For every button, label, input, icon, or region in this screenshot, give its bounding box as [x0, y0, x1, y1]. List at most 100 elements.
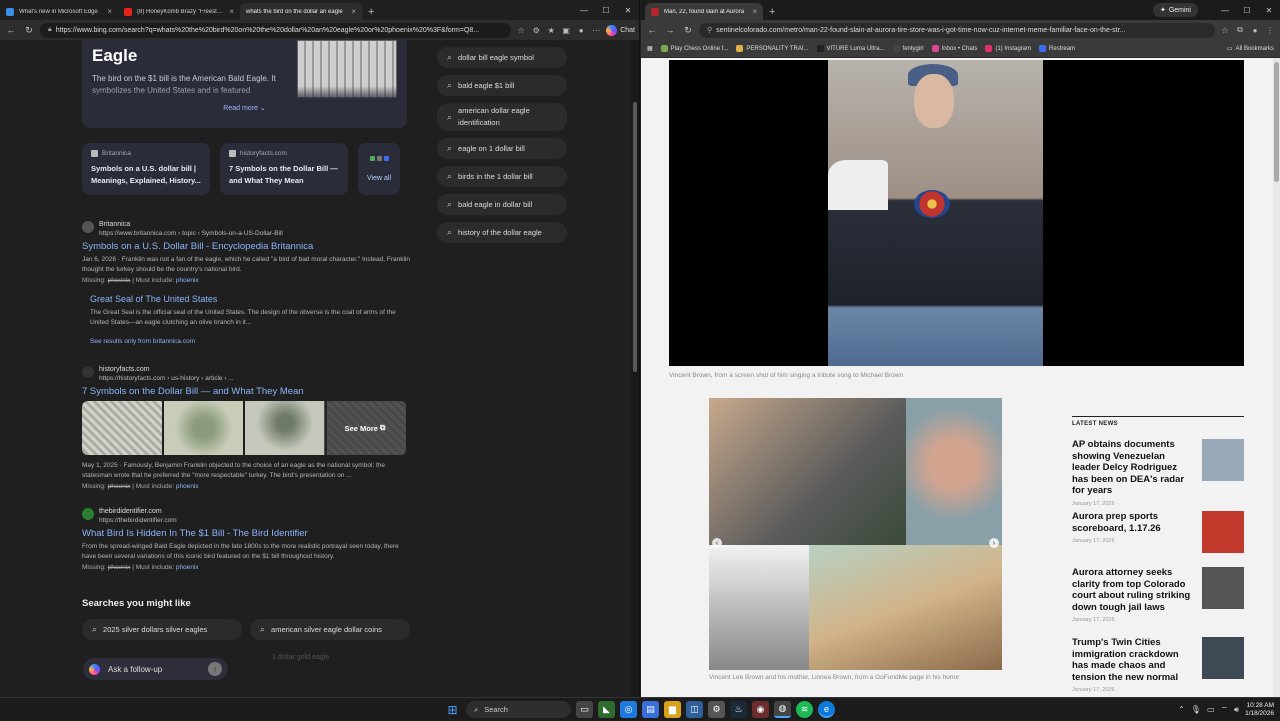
- close-window-icon[interactable]: ✕: [617, 0, 639, 20]
- must-include-link[interactable]: phoenix: [176, 564, 199, 571]
- gallery-prev-icon[interactable]: ‹: [712, 538, 722, 548]
- store-icon[interactable]: ◫: [686, 701, 703, 718]
- bookmark[interactable]: fentygirl: [892, 45, 924, 52]
- extensions-icon[interactable]: ⚙: [530, 24, 542, 36]
- tab-whats-new[interactable]: What's new in Microsoft Edge ×: [0, 3, 118, 20]
- more-icon[interactable]: ⋯: [590, 24, 602, 36]
- tab-news-article[interactable]: Man, 22, found slain at Aurora ×: [645, 3, 763, 20]
- chat-button[interactable]: Chat: [606, 24, 635, 36]
- new-tab-icon[interactable]: +: [362, 3, 380, 20]
- related-search-chip[interactable]: ⌕ bald eagle $1 bill: [437, 75, 567, 96]
- scrollbar-thumb[interactable]: [1274, 62, 1279, 182]
- sub-result-title[interactable]: Great Seal of The United States: [90, 294, 412, 304]
- related-search-chip[interactable]: ⌕ history of the dollar eagle: [437, 222, 567, 243]
- mic-icon[interactable]: 🎙︎: [1191, 705, 1201, 714]
- video-player[interactable]: [669, 60, 1244, 366]
- clock[interactable]: 10:28 AM 1/18/2026: [1245, 702, 1274, 718]
- result-url[interactable]: https://historyfacts.com › us-history › …: [99, 374, 234, 383]
- news-item[interactable]: Aurora prep sports scoreboard, 1.17.26 J…: [1072, 511, 1244, 555]
- close-icon[interactable]: ×: [229, 7, 234, 16]
- chevron-up-icon[interactable]: ⌃: [1178, 705, 1185, 714]
- maximize-icon[interactable]: ☐: [595, 0, 617, 20]
- spotify-icon[interactable]: ≋: [796, 701, 813, 718]
- taskbar-search[interactable]: ⌕ Search: [466, 701, 571, 718]
- news-title[interactable]: AP obtains documents showing Venezuelan …: [1072, 439, 1194, 497]
- must-include-link[interactable]: phoenix: [176, 277, 199, 284]
- bookmark[interactable]: Inbox • Chats: [931, 45, 977, 52]
- more-icon[interactable]: ⋮: [1264, 24, 1276, 36]
- all-bookmarks[interactable]: ▭ All Bookmarks: [1227, 45, 1274, 53]
- bookmark[interactable]: Play Chess Online f...: [660, 45, 728, 52]
- close-icon[interactable]: ×: [351, 7, 356, 16]
- news-item[interactable]: AP obtains documents showing Venezuelan …: [1072, 439, 1244, 507]
- back-icon[interactable]: ←: [4, 23, 18, 37]
- minimize-icon[interactable]: —: [573, 0, 595, 20]
- task-view-icon[interactable]: ▭: [576, 701, 593, 718]
- outlook-icon[interactable]: ▤: [642, 701, 659, 718]
- related-search-chip[interactable]: ⌕ bald eagle in dollar bill: [437, 194, 567, 215]
- follow-up-input[interactable]: Ask a follow-up ↑: [83, 658, 228, 680]
- related-search-chip[interactable]: ⌕ dollar bill eagle symbol: [437, 47, 567, 68]
- close-window-icon[interactable]: ✕: [1258, 0, 1280, 20]
- new-tab-icon[interactable]: +: [763, 3, 781, 20]
- see-more-button[interactable]: See More ⧉: [324, 401, 406, 455]
- read-more-button[interactable]: Read more ⌄: [82, 104, 407, 112]
- close-icon[interactable]: ×: [752, 7, 757, 16]
- must-include-link[interactable]: phoenix: [176, 483, 199, 490]
- suggested-search-chip[interactable]: ⌕ american silver eagle dollar coins: [250, 619, 410, 640]
- back-icon[interactable]: ←: [645, 23, 659, 37]
- news-item[interactable]: Aurora attorney seeks clarity from top C…: [1072, 567, 1244, 625]
- news-thumbnail[interactable]: [1202, 637, 1244, 679]
- windows-start-icon[interactable]: ⊞: [444, 701, 461, 718]
- profile-icon[interactable]: ●: [1249, 24, 1261, 36]
- site-only-link[interactable]: See results only from britannica.com: [90, 338, 412, 345]
- refresh-icon[interactable]: ↻: [681, 23, 695, 37]
- close-icon[interactable]: ×: [107, 7, 112, 16]
- minimize-icon[interactable]: —: [1214, 0, 1236, 20]
- related-search-chip[interactable]: ⌕ eagle on 1 dollar bill: [437, 138, 567, 159]
- result-title-link[interactable]: 7 Symbols on the Dollar Bill — and What …: [82, 386, 412, 397]
- news-thumbnail[interactable]: [1202, 567, 1244, 609]
- address-bar[interactable]: 🔒︎ https://www.bing.com/search?q=whats%2…: [40, 22, 512, 38]
- bookmark[interactable]: VITURE Luma Ultra...: [816, 45, 885, 52]
- forward-icon[interactable]: →: [663, 23, 677, 37]
- extensions-icon[interactable]: ⧉: [1234, 24, 1246, 36]
- maximize-icon[interactable]: ☐: [1236, 0, 1258, 20]
- result-url[interactable]: https://thebirdidentifier.com: [99, 516, 177, 525]
- result-url[interactable]: https://www.britannica.com › topic › Sym…: [99, 229, 283, 238]
- profile-icon[interactable]: ●: [575, 24, 587, 36]
- news-title[interactable]: Aurora prep sports scoreboard, 1.17.26: [1072, 511, 1194, 534]
- scrollbar-thumb[interactable]: [633, 102, 637, 372]
- file-explorer-icon[interactable]: ▆: [664, 701, 681, 718]
- chrome-icon[interactable]: ◍: [774, 701, 791, 718]
- volume-icon[interactable]: 🔊︎: [1234, 705, 1239, 715]
- address-bar[interactable]: ⚲ sentinelcolorado.com/metro/man-22-foun…: [699, 22, 1215, 38]
- view-all-button[interactable]: View all: [358, 143, 400, 195]
- related-search-chip[interactable]: ⌕ american dollar eagle identification: [437, 103, 567, 131]
- favorite-star-icon[interactable]: ☆: [515, 24, 527, 36]
- suggested-search-chip[interactable]: ⌕ 2025 silver dollars silver eagles: [82, 619, 242, 640]
- news-thumbnail[interactable]: [1202, 439, 1244, 481]
- result-title-link[interactable]: Symbols on a U.S. Dollar Bill - Encyclop…: [82, 241, 412, 252]
- photo-gallery[interactable]: ‹ ›: [709, 398, 1002, 670]
- wifi-icon[interactable]: ⌔: [1221, 705, 1229, 715]
- bookmark[interactable]: (1) Instagram: [985, 45, 1031, 52]
- battery-icon[interactable]: ▭: [1207, 705, 1215, 714]
- news-title[interactable]: Aurora attorney seeks clarity from top C…: [1072, 567, 1194, 613]
- copilot-app-icon[interactable]: ◎: [620, 701, 637, 718]
- app-icon[interactable]: ◉: [752, 701, 769, 718]
- tab-youtube[interactable]: (8) HoneyKomb Brazy "Freestyle" ×: [118, 3, 240, 20]
- bookmark[interactable]: PERSONALITY TRAI...: [736, 45, 809, 52]
- send-icon[interactable]: ↑: [208, 662, 222, 676]
- bookmark[interactable]: Restream: [1039, 45, 1075, 52]
- edge-icon[interactable]: e: [818, 701, 835, 718]
- source-card-britannica[interactable]: Britannica Symbols on a U.S. dollar bill…: [82, 143, 210, 195]
- gemini-button[interactable]: ✦ Gemini: [1152, 3, 1198, 17]
- tab-bing-search[interactable]: whats the bird on the dollar an eagle ×: [240, 3, 362, 20]
- source-card-historyfacts[interactable]: historyfacts.com 7 Symbols on the Dollar…: [220, 143, 348, 195]
- bookmark-star-icon[interactable]: ☆: [1219, 24, 1231, 36]
- gallery-next-icon[interactable]: ›: [989, 538, 999, 548]
- news-title[interactable]: Trump's Twin Cities immigration crackdow…: [1072, 637, 1194, 683]
- news-item[interactable]: Trump's Twin Cities immigration crackdow…: [1072, 637, 1244, 693]
- steam-icon[interactable]: ♨: [730, 701, 747, 718]
